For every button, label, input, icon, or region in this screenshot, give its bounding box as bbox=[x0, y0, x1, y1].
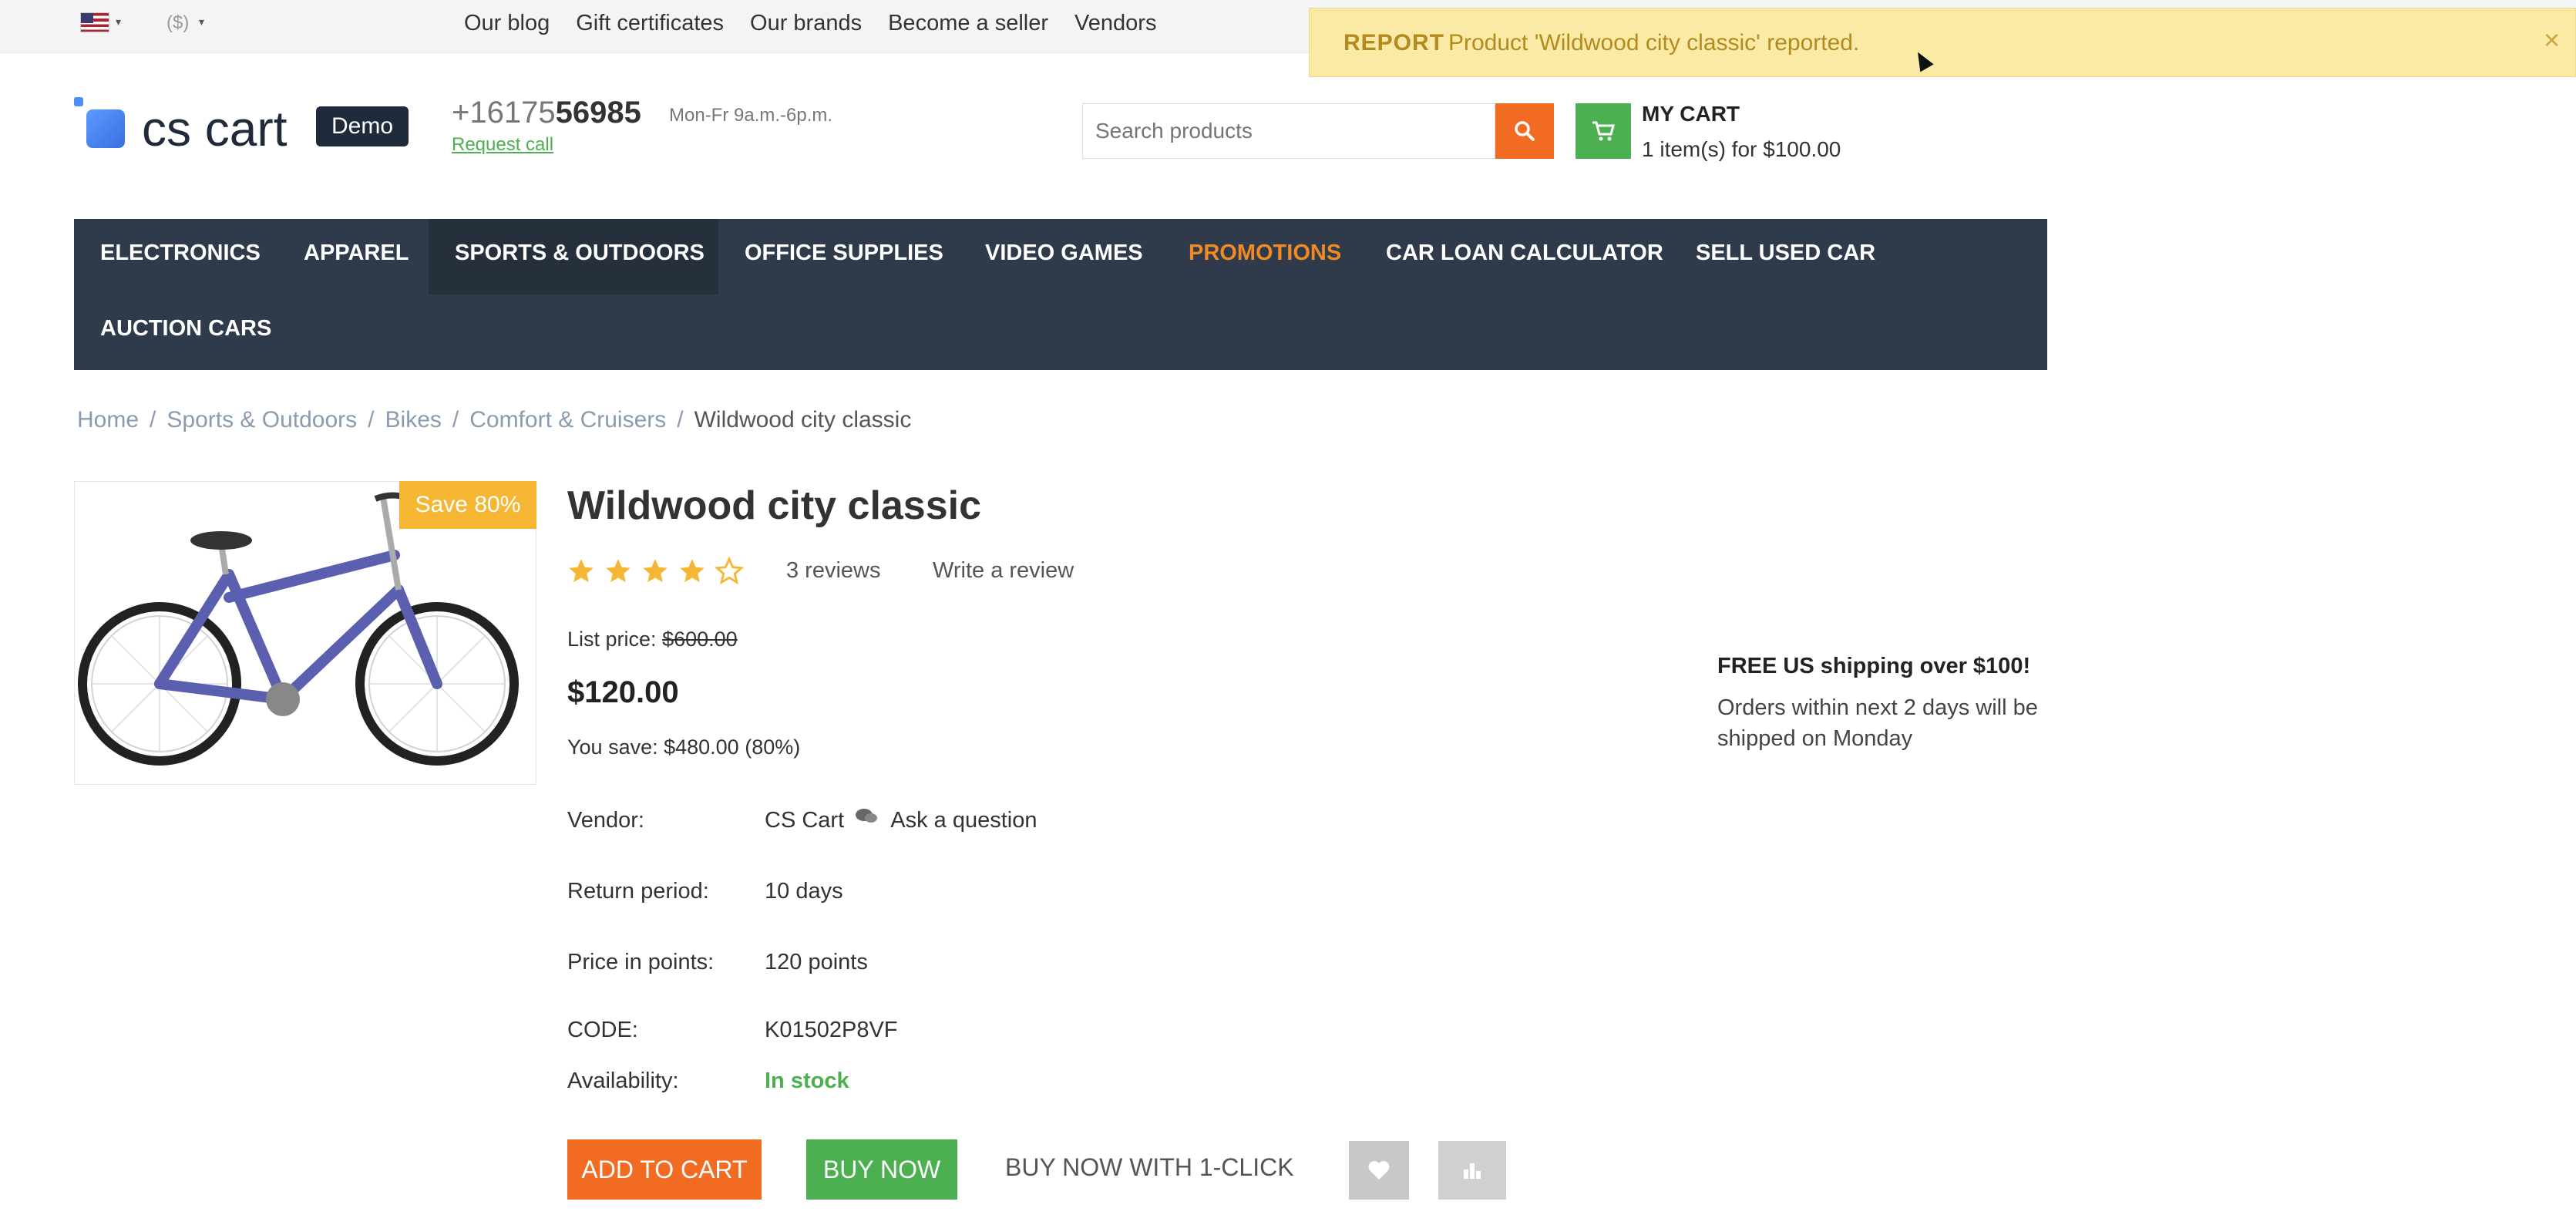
chevron-down-icon[interactable]: ▾ bbox=[116, 15, 121, 29]
star-filled-icon bbox=[569, 559, 594, 583]
demo-badge: Demo bbox=[316, 106, 409, 146]
search-icon bbox=[1515, 121, 1535, 141]
vendor-link[interactable]: CS Cart bbox=[765, 808, 844, 833]
notification-title: REPORT bbox=[1343, 30, 1445, 56]
cart-icon bbox=[1592, 121, 1615, 141]
you-save: You save: $480.00 (80%) bbox=[567, 735, 801, 759]
vendor-label: Vendor: bbox=[567, 808, 644, 833]
logo-text: cs cart bbox=[142, 101, 288, 157]
search-input[interactable] bbox=[1083, 104, 1495, 158]
top-links: Our blog Gift certificates Our brands Be… bbox=[464, 11, 1156, 36]
phone-number: +1617556985 bbox=[452, 96, 641, 130]
search-box bbox=[1082, 103, 1495, 159]
chevron-down-icon[interactable]: ▾ bbox=[199, 15, 204, 29]
ask-question-link[interactable]: Ask a question bbox=[890, 808, 1037, 833]
chat-icon bbox=[856, 809, 878, 823]
star-filled-icon bbox=[680, 559, 705, 583]
vendor-value: CS Cart Ask a question bbox=[765, 808, 1037, 833]
nav-item-video-games[interactable]: VIDEO GAMES bbox=[985, 241, 1143, 266]
nav-item-sell-used-car[interactable]: SELL USED CAR bbox=[1696, 241, 1875, 266]
return-period-label: Return period: bbox=[567, 879, 709, 904]
report-notification: REPORT Product 'Wildwood city classic' r… bbox=[1309, 8, 2576, 77]
compare-button[interactable] bbox=[1438, 1141, 1506, 1200]
cart-summary[interactable]: 1 item(s) for $100.00 bbox=[1642, 137, 1841, 162]
code-value: K01502P8VF bbox=[765, 1018, 898, 1042]
buy-one-click-button[interactable]: BUY NOW WITH 1-CLICK bbox=[1005, 1153, 1294, 1182]
save-badge: Save 80% bbox=[399, 481, 536, 529]
notification-text: Product 'Wildwood city classic' reported… bbox=[1448, 30, 1860, 56]
top-link-vendors[interactable]: Vendors bbox=[1074, 11, 1156, 36]
wishlist-button[interactable] bbox=[1349, 1141, 1409, 1200]
business-hours: Mon-Fr 9a.m.-6p.m. bbox=[669, 105, 833, 126]
shipping-title: FREE US shipping over $100! bbox=[1717, 654, 2031, 678]
write-review-link[interactable]: Write a review bbox=[933, 558, 1074, 584]
heart-icon bbox=[1368, 1161, 1390, 1180]
price-in-points-value: 120 points bbox=[765, 950, 868, 974]
nav-item-auction-cars[interactable]: AUCTION CARS bbox=[100, 316, 271, 342]
return-period-value: 10 days bbox=[765, 879, 843, 904]
currency-selector[interactable]: ($) bbox=[166, 12, 189, 34]
us-flag-icon[interactable] bbox=[80, 12, 109, 32]
main-nav: ELECTRONICS APPAREL SPORTS & OUTDOORS OF… bbox=[74, 219, 2047, 370]
availability-label: Availability: bbox=[567, 1069, 679, 1093]
nav-item-office-supplies[interactable]: OFFICE SUPPLIES bbox=[745, 241, 943, 266]
top-link-become-seller[interactable]: Become a seller bbox=[888, 11, 1048, 36]
list-price: List price: $600.00 bbox=[567, 628, 738, 651]
request-call-link[interactable]: Request call bbox=[452, 134, 553, 156]
top-link-gift-certificates[interactable]: Gift certificates bbox=[576, 11, 724, 36]
compare-chart-icon bbox=[1464, 1163, 1481, 1179]
shipping-text: Orders within next 2 days will be shippe… bbox=[1717, 695, 2038, 751]
buy-now-button[interactable]: BUY NOW bbox=[806, 1139, 957, 1200]
list-price-value: $600.00 bbox=[662, 628, 738, 651]
breadcrumb-comfort-cruisers[interactable]: Comfort & Cruisers bbox=[469, 407, 666, 432]
search-button[interactable] bbox=[1495, 103, 1554, 159]
top-link-blog[interactable]: Our blog bbox=[464, 11, 550, 36]
breadcrumb-sports-outdoors[interactable]: Sports & Outdoors bbox=[166, 407, 357, 432]
code-label: CODE: bbox=[567, 1018, 638, 1042]
nav-item-sports-outdoors[interactable]: SPORTS & OUTDOORS bbox=[455, 241, 705, 266]
product-price: $120.00 bbox=[567, 675, 679, 709]
add-to-cart-button[interactable]: ADD TO CART bbox=[567, 1139, 762, 1200]
reviews-link[interactable]: 3 reviews bbox=[786, 558, 881, 584]
close-icon[interactable]: × bbox=[2544, 24, 2560, 56]
breadcrumb-current: Wildwood city classic bbox=[694, 407, 912, 432]
star-filled-icon bbox=[606, 559, 631, 583]
nav-item-promotions[interactable]: PROMOTIONS bbox=[1189, 241, 1341, 266]
star-filled-icon bbox=[643, 559, 668, 583]
availability-value: In stock bbox=[765, 1069, 849, 1093]
nav-item-apparel[interactable]: APPAREL bbox=[304, 241, 409, 266]
product-title: Wildwood city classic bbox=[567, 483, 982, 528]
price-in-points-label: Price in points: bbox=[567, 950, 715, 974]
top-link-brands[interactable]: Our brands bbox=[750, 11, 862, 36]
my-cart-title[interactable]: MY CART bbox=[1642, 102, 1740, 126]
star-empty-icon bbox=[714, 557, 745, 585]
nav-item-electronics[interactable]: ELECTRONICS bbox=[100, 241, 261, 266]
nav-item-car-loan-calculator[interactable]: CAR LOAN CALCULATOR bbox=[1386, 241, 1663, 266]
rating-stars[interactable] bbox=[566, 557, 745, 586]
breadcrumb-bikes[interactable]: Bikes bbox=[385, 407, 442, 432]
cart-button[interactable] bbox=[1576, 103, 1631, 159]
breadcrumb: Home / Sports & Outdoors / Bikes / Comfort & C… bbox=[77, 407, 912, 432]
breadcrumb-home[interactable]: Home bbox=[77, 407, 139, 432]
